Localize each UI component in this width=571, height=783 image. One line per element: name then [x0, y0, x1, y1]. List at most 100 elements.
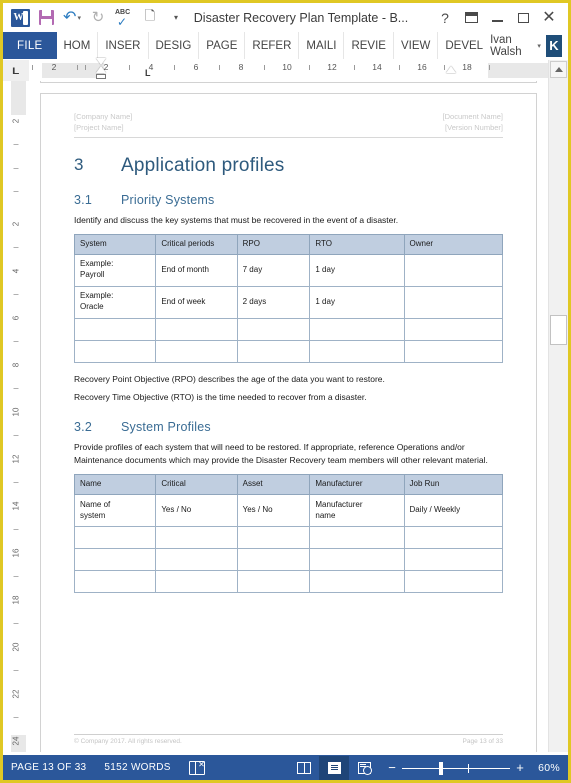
cell-system[interactable] [73, 339, 157, 363]
minimize-button[interactable] [484, 6, 510, 30]
indent-marker-left[interactable] [96, 58, 106, 79]
proofing-errors-icon[interactable]: ✕ [188, 760, 205, 775]
redo-icon[interactable]: ↻ [86, 7, 110, 29]
undo-icon[interactable]: ↶ ▾ [60, 7, 84, 29]
zoom-in-button[interactable]: + [515, 761, 525, 774]
cell-asset[interactable] [236, 570, 311, 594]
column-header-name: Name [73, 474, 157, 496]
close-button[interactable]: ✕ [536, 6, 562, 30]
avatar[interactable]: K [545, 34, 562, 57]
tab-insert[interactable]: INSER [98, 32, 149, 59]
cell-rto[interactable] [309, 339, 405, 363]
cell-manufacturer[interactable] [309, 570, 405, 594]
table-row[interactable] [73, 526, 504, 550]
tab-file[interactable]: FILE [3, 32, 57, 59]
cell-rpo[interactable] [236, 339, 311, 363]
cell-rto[interactable]: 1 day [309, 253, 405, 287]
user-account-area[interactable]: Ivan Walsh ▾ K [490, 32, 568, 59]
word-count[interactable]: 5152 WORDS [104, 762, 170, 773]
tab-stop-selector[interactable]: L [3, 60, 29, 81]
maximize-button[interactable] [510, 6, 536, 30]
table-row[interactable]: Example: Payroll End of month 7 day 1 da… [73, 253, 504, 287]
cell-critical[interactable] [155, 548, 238, 572]
cell-owner[interactable] [403, 253, 504, 287]
cell-critical[interactable]: End of week [155, 285, 238, 319]
cell-rto[interactable]: 1 day [309, 285, 405, 319]
table-row[interactable] [73, 317, 504, 341]
table-row[interactable]: Example: Oracle End of week 2 days 1 day [73, 285, 504, 319]
touch-mode-icon[interactable]: 🗋 [138, 7, 162, 29]
cell-name[interactable]: Name of system [73, 494, 157, 528]
tab-view[interactable]: VIEW [394, 32, 439, 59]
zoom-slider-handle[interactable] [439, 761, 443, 775]
priority-systems-table[interactable]: System Critical periods RPO RTO Owner Ex… [73, 233, 504, 363]
cell-rpo[interactable]: 7 day [236, 253, 311, 287]
tab-review[interactable]: REVIE [344, 32, 394, 59]
cell-rto[interactable] [309, 317, 405, 341]
system-profiles-table[interactable]: Name Critical Asset Manufacturer Job Run… [73, 474, 504, 594]
tab-page-layout[interactable]: PAGE [199, 32, 246, 59]
cell-owner[interactable] [403, 317, 504, 341]
cell-name[interactable] [73, 570, 157, 594]
cell-job-run[interactable]: Daily / Weekly [403, 494, 504, 528]
view-read-mode-button[interactable] [289, 756, 319, 780]
help-button[interactable]: ? [432, 6, 458, 30]
spelling-grammar-icon[interactable]: ABC ✓ [112, 7, 136, 29]
zoom-control[interactable]: − + 60% [387, 761, 560, 775]
cell-job-run[interactable] [403, 548, 504, 572]
cell-name[interactable] [73, 526, 157, 550]
cell-critical[interactable]: End of month [155, 253, 238, 287]
zoom-level-label[interactable]: 60% [538, 762, 560, 774]
cell-manufacturer[interactable] [309, 526, 405, 550]
cell-system[interactable]: Example: Payroll [73, 253, 157, 287]
document-page[interactable]: [Company Name] [Project Name] [Document … [40, 93, 537, 752]
cell-system[interactable] [73, 317, 157, 341]
vertical-ruler[interactable]: 2 2 4 6 8 10 12 14 16 18 20 22 24 [3, 81, 29, 752]
cell-critical[interactable]: Yes / No [155, 494, 238, 528]
zoom-slider[interactable] [402, 761, 511, 775]
cell-job-run[interactable] [403, 526, 504, 550]
cell-rpo[interactable] [236, 317, 311, 341]
save-icon[interactable] [34, 7, 58, 29]
cell-critical[interactable] [155, 339, 238, 363]
cell-asset[interactable]: Yes / No [236, 494, 311, 528]
tab-developer[interactable]: DEVEL [438, 32, 490, 59]
table-row[interactable] [73, 339, 504, 363]
document-canvas[interactable]: [Company Name] [Project Name] [Document … [29, 81, 548, 752]
customize-quick-access-icon[interactable]: ▾ [164, 7, 188, 29]
cell-rpo[interactable]: 2 days [236, 285, 311, 319]
page-indicator[interactable]: PAGE 13 OF 33 [11, 762, 86, 773]
cell-manufacturer[interactable]: Manufacturer name [309, 494, 405, 528]
horizontal-ruler-track[interactable]: 2 2 4 6 8 10 12 14 16 18 L [29, 58, 568, 81]
table-row[interactable]: Name of system Yes / No Yes / No Manufac… [73, 494, 504, 528]
horizontal-ruler[interactable]: L 2 2 4 6 8 10 12 14 16 18 L [3, 58, 568, 81]
cell-critical[interactable] [155, 317, 238, 341]
cell-owner[interactable] [403, 339, 504, 363]
table-row[interactable] [73, 548, 504, 572]
tab-references[interactable]: REFER [245, 32, 300, 59]
ribbon-display-options-icon[interactable] [458, 6, 484, 30]
tab-home[interactable]: HOM [57, 32, 99, 59]
scrollbar-thumb[interactable] [550, 315, 567, 345]
tab-mailings[interactable]: MAILI [299, 32, 345, 59]
cell-manufacturer[interactable] [309, 548, 405, 572]
cell-asset[interactable] [236, 526, 311, 550]
view-print-layout-button[interactable] [319, 755, 350, 780]
word-logo-icon[interactable] [8, 7, 32, 29]
cell-owner[interactable] [403, 285, 504, 319]
cell-job-run[interactable] [403, 570, 504, 594]
vertical-scrollbar[interactable] [548, 60, 568, 752]
tab-stop-marker-on-ruler[interactable]: L [145, 68, 151, 78]
cell-critical[interactable] [155, 526, 238, 550]
chevron-down-icon[interactable]: ▾ [537, 42, 541, 50]
table-row[interactable] [73, 570, 504, 594]
cell-name[interactable] [73, 548, 157, 572]
view-web-layout-button[interactable] [349, 756, 379, 780]
indent-marker-right[interactable] [446, 66, 456, 73]
cell-asset[interactable] [236, 548, 311, 572]
cell-critical[interactable] [155, 570, 238, 594]
scroll-up-arrow-icon[interactable] [550, 61, 567, 78]
zoom-out-button[interactable]: − [387, 761, 397, 774]
tab-design[interactable]: DESIG [149, 32, 200, 59]
cell-system[interactable]: Example: Oracle [73, 285, 157, 319]
